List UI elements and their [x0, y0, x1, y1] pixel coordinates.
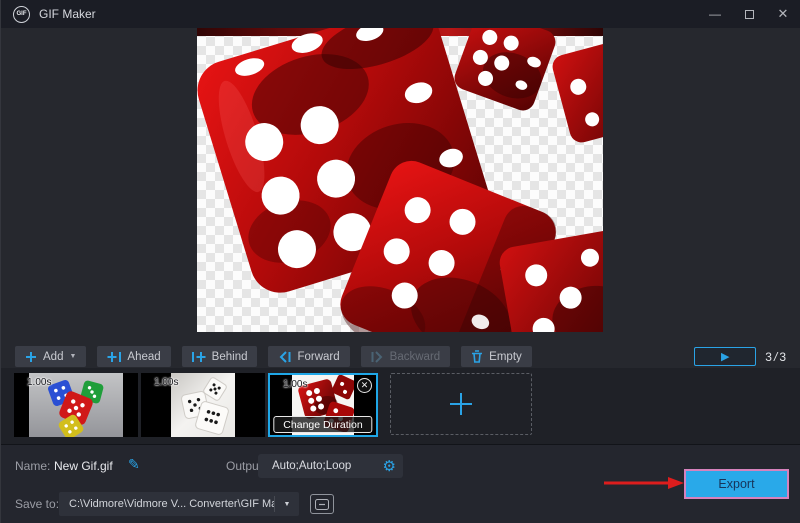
- play-button[interactable]: ▶: [694, 347, 756, 366]
- frame-timeline: 1.00s 1.00s 1.00s ✕: [1, 368, 800, 444]
- remove-frame-button[interactable]: ✕: [357, 378, 372, 393]
- preview-image: [197, 28, 603, 332]
- counter-separator: /: [774, 350, 777, 364]
- gear-icon[interactable]: ⚙: [383, 459, 403, 474]
- chevron-down-icon: ▼: [69, 353, 76, 360]
- move-forward-icon: [278, 351, 291, 363]
- dice-scene: [197, 28, 603, 332]
- toolbar-right: ▶ 3/3: [694, 347, 786, 366]
- plus-icon: [25, 351, 37, 363]
- close-button[interactable]: ✕: [766, 0, 800, 28]
- plus-icon: [448, 391, 474, 417]
- ahead-button[interactable]: Ahead: [97, 346, 170, 367]
- insert-ahead-icon: [107, 351, 121, 363]
- ahead-label: Ahead: [127, 351, 160, 363]
- window-controls: — ✕: [698, 0, 800, 28]
- close-icon: ✕: [361, 381, 369, 390]
- add-frame-slot[interactable]: [390, 373, 532, 435]
- change-duration-button[interactable]: Change Duration: [273, 416, 372, 433]
- browse-folder-button[interactable]: [310, 494, 334, 514]
- title-bar: GIF GIF Maker — ✕: [1, 0, 800, 28]
- annotation-arrow: [604, 477, 684, 489]
- behind-button[interactable]: Behind: [182, 346, 258, 367]
- output-field[interactable]: Auto;Auto;Loop ⚙: [258, 454, 403, 478]
- gif-name-value: New Gif.gif: [54, 459, 113, 473]
- app-title: GIF Maker: [39, 7, 96, 21]
- backward-label: Backward: [390, 351, 441, 363]
- maximize-button[interactable]: [732, 0, 766, 28]
- name-label: Name:: [15, 459, 50, 473]
- empty-button[interactable]: Empty: [461, 346, 532, 367]
- frame-duration: 1.00s: [154, 377, 178, 388]
- close-icon: ✕: [778, 6, 789, 22]
- frame-duration: 1.00s: [27, 377, 51, 388]
- folder-icon: [315, 499, 329, 510]
- forward-button[interactable]: Forward: [268, 346, 349, 367]
- counter-total: 3: [779, 350, 786, 364]
- play-icon: ▶: [721, 350, 729, 363]
- add-button[interactable]: Add ▼: [15, 346, 86, 367]
- footer-panel: Name: New Gif.gif ✎ Output: Auto;Auto;Lo…: [1, 444, 800, 523]
- backward-button[interactable]: Backward: [361, 346, 451, 367]
- trash-icon: [471, 350, 483, 363]
- add-label: Add: [43, 351, 63, 363]
- preview-stage: [1, 28, 800, 344]
- edit-name-icon[interactable]: ✎: [128, 456, 140, 473]
- save-path-dropdown[interactable]: C:\Vidmore\Vidmore V... Converter\GIF Ma…: [59, 492, 299, 516]
- maximize-icon: [745, 10, 754, 19]
- save-to-label: Save to:: [15, 497, 59, 511]
- frame-duration: 1.00s: [283, 379, 307, 390]
- frame-thumbnail-2[interactable]: 1.00s: [141, 373, 265, 437]
- empty-label: Empty: [489, 351, 522, 363]
- frame-2-image: [171, 373, 235, 437]
- save-path-value: C:\Vidmore\Vidmore V... Converter\GIF Ma…: [59, 498, 274, 510]
- chevron-down-icon[interactable]: ▼: [275, 501, 299, 508]
- counter-current: 3: [765, 350, 772, 364]
- gif-maker-window: GIF GIF Maker — ✕: [0, 0, 800, 523]
- minimize-button[interactable]: —: [698, 0, 732, 28]
- behind-label: Behind: [212, 351, 248, 363]
- forward-label: Forward: [297, 351, 339, 363]
- frame-counter: 3/3: [765, 350, 786, 364]
- gif-logo-icon: GIF: [13, 6, 30, 23]
- insert-behind-icon: [192, 351, 206, 363]
- move-backward-icon: [371, 351, 384, 363]
- output-value: Auto;Auto;Loop: [258, 460, 383, 472]
- frame-thumbnail-1[interactable]: 1.00s: [14, 373, 138, 437]
- frame-toolbar: Add ▼ Ahead Behind Forward Backward Empt…: [1, 345, 800, 368]
- export-button[interactable]: Export: [684, 469, 789, 499]
- minimize-icon: —: [709, 7, 721, 21]
- export-label: Export: [718, 477, 754, 491]
- frame-thumbnail-3-selected[interactable]: 1.00s ✕ Change Duration: [268, 373, 378, 437]
